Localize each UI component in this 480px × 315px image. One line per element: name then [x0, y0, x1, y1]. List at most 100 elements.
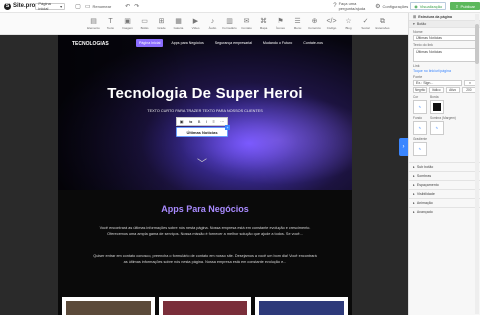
- section-paragraph-1[interactable]: Você encontrará as últimas informações s…: [92, 226, 318, 237]
- accordion-item[interactable]: ▸ Sombras: [409, 171, 480, 180]
- tool-icon: ✓: [362, 18, 369, 25]
- tool-blog[interactable]: ☆ Blog: [340, 13, 357, 35]
- page-button[interactable]: ▢: [73, 2, 83, 11]
- panel-title: Estrutura da página: [418, 14, 452, 19]
- text-color-swatch[interactable]: ✎: [413, 100, 427, 114]
- tool-label: Menu: [293, 26, 302, 30]
- page-select[interactable]: Página inicial ▾: [35, 1, 66, 11]
- section-paragraph-2[interactable]: Quiser entrar em contato conosco, preenc…: [92, 254, 318, 265]
- tool-label: Formulário: [222, 26, 237, 30]
- tool-comércio[interactable]: ⊕ Comércio: [306, 13, 323, 35]
- accordion-item[interactable]: ▸ Visibilidade: [409, 189, 480, 198]
- button-section-header[interactable]: ▾ Botão: [409, 21, 480, 28]
- hero-subtitle[interactable]: TEXTO CURTO PARA TRAZER TEXTO PARA NOSSO…: [58, 109, 352, 113]
- font-style-chip[interactable]: Negrito: [413, 87, 428, 93]
- accordion-label: Avançado: [416, 210, 433, 214]
- tool-label: Imagem: [122, 26, 133, 30]
- nav-link[interactable]: Mudando o Futuro: [260, 39, 295, 47]
- logo-icon: S: [4, 2, 11, 10]
- tool-formulário[interactable]: ▥ Formulário: [221, 13, 238, 35]
- shadow-label: Sombra (Margem): [430, 116, 456, 120]
- card[interactable]: [62, 297, 155, 315]
- shadow-color-swatch[interactable]: ✎: [430, 121, 444, 135]
- link-value[interactable]: Toque no link/url/página: [409, 69, 480, 73]
- nav-link[interactable]: Segurança empresarial: [212, 39, 255, 47]
- publish-button[interactable]: ⇧ Publicar: [450, 2, 480, 10]
- font-style-chip[interactable]: 200: [461, 87, 476, 93]
- tool-botão[interactable]: ▭ Botão: [136, 13, 153, 35]
- edit-tool-icon[interactable]: ▣: [180, 119, 184, 124]
- rename-button[interactable]: ▭ Renomear: [83, 2, 113, 11]
- tool-grade[interactable]: ⊞ Grade: [153, 13, 170, 35]
- edit-tool-icon[interactable]: I: [206, 119, 207, 124]
- font-style-chip[interactable]: Itálico: [429, 87, 444, 93]
- name-label: Nome: [413, 30, 423, 34]
- tool-label: Blog: [345, 26, 352, 30]
- hero-section[interactable]: TECNOLOGIAS Página Inicial Apps para Negó…: [58, 35, 352, 190]
- tool-elemento[interactable]: ▤ Elemento: [85, 13, 102, 35]
- font-style-chip[interactable]: Ativo: [445, 87, 460, 93]
- redo-icon: ↷: [134, 3, 140, 10]
- undo-button[interactable]: ↶: [123, 2, 132, 11]
- site-brand[interactable]: TECNOLOGIAS: [72, 41, 109, 47]
- accordion-item[interactable]: ▸ Avançado: [409, 207, 480, 216]
- accordion-item[interactable]: ▸ Animação: [409, 198, 480, 207]
- panel-toggle-handle[interactable]: ›: [399, 138, 408, 156]
- font-select[interactable]: Ex.: Sign...: [413, 80, 462, 86]
- tool-mapa[interactable]: ⌘ Mapa: [255, 13, 272, 35]
- hero-title[interactable]: Tecnologia De Super Heroi: [58, 85, 352, 102]
- tool-icon: ✉: [243, 18, 250, 25]
- apps-section[interactable]: Apps Para Negócios Você encontrará as úl…: [58, 190, 352, 315]
- accordion-item[interactable]: ▸ Espaçamento: [409, 180, 480, 189]
- help-button[interactable]: ? Faça uma pergunta/ajuda: [331, 1, 373, 11]
- tool-imagem[interactable]: ▣ Imagem: [119, 13, 136, 35]
- panel-header[interactable]: ☰ Estrutura da página: [409, 13, 480, 21]
- nav-link[interactable]: Apps para Negócios: [168, 39, 206, 47]
- latest-news-button[interactable]: Últimas Notícias: [176, 127, 228, 137]
- name-field[interactable]: Últimas Notícias: [413, 35, 476, 41]
- edit-tool-icon[interactable]: ⋯: [220, 119, 224, 124]
- tool-código[interactable]: </> Código: [323, 13, 340, 35]
- tool-áudio[interactable]: ♪ Áudio: [204, 13, 221, 35]
- tool-label: Galeria: [173, 26, 184, 30]
- tool-label: Grade: [157, 26, 166, 30]
- card-row: [62, 297, 349, 315]
- tool-menu[interactable]: ☰ Menu: [289, 13, 306, 35]
- nav-link[interactable]: Contate-nos: [300, 39, 326, 47]
- add-badge[interactable]: +: [225, 125, 230, 130]
- settings-button[interactable]: ⚙ Configurações: [373, 2, 410, 11]
- site-nav: TECNOLOGIAS Página Inicial Apps para Negó…: [58, 39, 352, 51]
- gradient-swatch[interactable]: ✎: [413, 142, 427, 156]
- redo-button[interactable]: ↷: [132, 2, 141, 11]
- border-color-swatch[interactable]: [430, 100, 444, 114]
- tool-social[interactable]: ✓ Social: [357, 13, 374, 35]
- accordion-label: Sombras: [416, 174, 432, 178]
- tool-vídeo[interactable]: ▶ Vídeo: [187, 13, 204, 35]
- scroll-down-chevron-icon[interactable]: ﹀: [197, 155, 207, 170]
- tool-ícones[interactable]: ⚑ Ícones: [272, 13, 289, 35]
- scrollbar-thumb[interactable]: [475, 24, 479, 64]
- edit-tool-icon[interactable]: B: [198, 119, 201, 124]
- tool-texto[interactable]: T Texto: [102, 13, 119, 35]
- panel-scrollbar[interactable]: [475, 14, 479, 314]
- tool-contato[interactable]: ✉ Contato: [238, 13, 255, 35]
- card[interactable]: [255, 297, 349, 315]
- preview-button[interactable]: ◉ Visualização: [410, 2, 447, 10]
- chevron-down-icon: ▾: [60, 3, 63, 9]
- section-title[interactable]: Apps Para Negócios: [58, 204, 352, 214]
- tool-icon: ▶: [192, 18, 199, 25]
- tool-galeria[interactable]: ▦ Galeria: [170, 13, 187, 35]
- fill-color-swatch[interactable]: ✎: [413, 121, 427, 135]
- edit-tool-icon[interactable]: ⇆: [189, 119, 192, 124]
- tool-extensões[interactable]: ⧉ Extensões: [374, 13, 391, 35]
- nav-link[interactable]: Página Inicial: [136, 39, 164, 47]
- accordion-item[interactable]: ▸ Sub botão: [409, 162, 480, 171]
- text-field[interactable]: Últimas Notícias: [413, 48, 476, 62]
- brand-logo[interactable]: S Site.pro: [4, 2, 35, 10]
- accordion-label: Sub botão: [416, 165, 434, 169]
- tool-icon: ♪: [210, 18, 215, 25]
- edit-tool-icon[interactable]: ≡: [212, 119, 214, 124]
- tool-label: Social: [361, 26, 370, 30]
- accordion-label: Animação: [416, 201, 433, 205]
- card[interactable]: [158, 297, 252, 315]
